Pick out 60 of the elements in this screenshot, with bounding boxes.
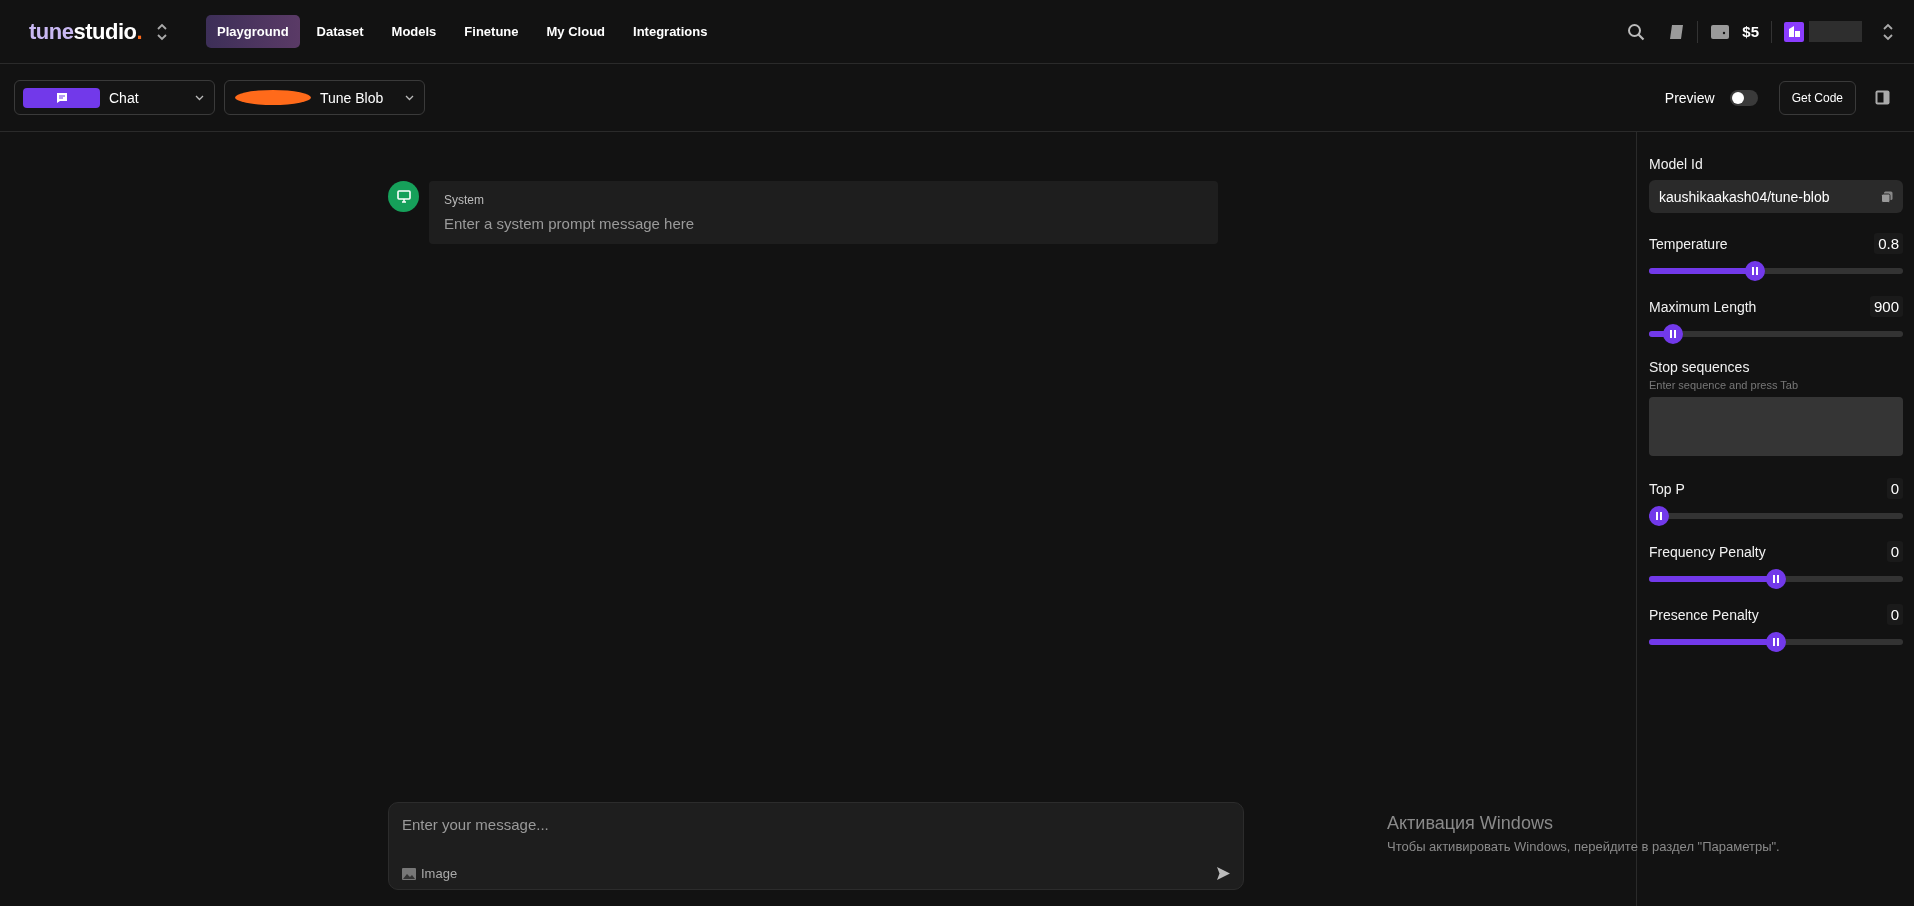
stop-sequences-field[interactable] <box>1649 397 1903 456</box>
switcher-icon[interactable] <box>1882 22 1894 41</box>
chevron-down-icon[interactable] <box>405 94 414 101</box>
nav-tab[interactable]: Integrations <box>622 15 719 48</box>
activation-title: Активация Windows <box>1387 813 1554 834</box>
slider-thumb[interactable] <box>1766 632 1786 652</box>
slider-thumb[interactable] <box>1766 569 1786 589</box>
copy-icon[interactable] <box>1881 190 1893 203</box>
chat-icon <box>55 91 68 104</box>
model-id-field[interactable]: kaushikaakash04/tune-blob <box>1649 180 1903 213</box>
role-label: System <box>444 193 485 207</box>
tunestudio-logo[interactable]: tunestudio. <box>29 18 143 45</box>
preview-toggle[interactable] <box>1729 89 1758 106</box>
slider-track[interactable] <box>1649 506 1903 526</box>
balance-amount: $5 <box>1742 23 1759 40</box>
system-message-card[interactable]: System Enter a system prompt message here <box>429 181 1218 244</box>
slider-track[interactable] <box>1649 324 1903 344</box>
slider-track[interactable] <box>1649 632 1903 652</box>
slider-thumb[interactable] <box>1649 506 1669 526</box>
monitor-avatar-icon <box>388 181 419 212</box>
wallet-icon[interactable] <box>1710 22 1731 41</box>
slider-track[interactable] <box>1649 261 1903 281</box>
nav-tab[interactable]: Finetune <box>453 15 530 48</box>
nav-tab[interactable]: Models <box>380 15 448 48</box>
image-attach-button[interactable]: Image <box>402 866 458 881</box>
send-icon[interactable] <box>1216 866 1231 881</box>
activation-message: Чтобы активировать Windows, перейдите в раздел "Параметры". <box>1387 839 1780 854</box>
parameter-value[interactable]: 0 <box>1886 604 1903 625</box>
model-id-label: Model Id <box>1649 156 1704 172</box>
nav-tab[interactable]: Dataset <box>305 15 375 48</box>
parameter-label: Stop sequences <box>1649 359 1751 375</box>
slider-track[interactable] <box>1649 569 1903 589</box>
parameter-value[interactable]: 0 <box>1886 541 1903 562</box>
parameter-label: Maximum Length <box>1649 298 1757 315</box>
model-select[interactable]: Tune Blob <box>224 80 425 115</box>
nav-tab[interactable]: My Cloud <box>535 15 617 48</box>
parameter-label: Presence Penalty <box>1649 606 1759 623</box>
system-prompt-field[interactable]: Enter a system prompt message here <box>444 215 1202 232</box>
get-code-button[interactable]: Get Code <box>1778 80 1856 115</box>
parameter-value[interactable]: 900 <box>1869 296 1903 317</box>
field-hint: Enter sequence and press Tab <box>1649 379 1799 391</box>
message-composer[interactable]: Enter your message... Image <box>388 802 1244 890</box>
book-icon[interactable] <box>1667 22 1686 41</box>
organization-avatar[interactable] <box>1784 21 1804 42</box>
parameter-value[interactable]: 0 <box>1886 478 1903 499</box>
image-icon[interactable] <box>402 867 416 880</box>
parameter-label: Top P <box>1649 480 1685 497</box>
slider-thumb[interactable] <box>1663 324 1684 344</box>
parameter-value[interactable]: 0.8 <box>1874 233 1903 254</box>
parameter-label: Frequency Penalty <box>1649 543 1766 560</box>
search-icon[interactable] <box>1627 22 1646 41</box>
switcher-icon[interactable] <box>156 22 169 41</box>
message-input[interactable]: Enter your message... <box>402 816 1231 833</box>
nav-tab[interactable]: Playground <box>206 15 300 48</box>
parameter-label: Temperature <box>1649 235 1728 252</box>
chevron-down-icon[interactable] <box>195 94 204 101</box>
mode-select[interactable]: Chat <box>14 80 215 115</box>
panel-toggle-icon[interactable] <box>1875 90 1890 105</box>
slider-thumb[interactable] <box>1744 261 1765 281</box>
preview-label: Preview <box>1664 89 1715 106</box>
